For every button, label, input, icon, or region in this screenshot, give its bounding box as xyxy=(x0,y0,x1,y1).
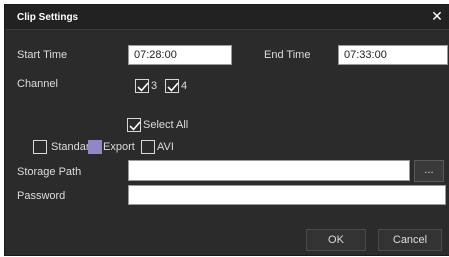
channel-3-checkbox[interactable] xyxy=(135,79,149,93)
clip-settings-dialog: Clip Settings ✕ Start Time 07:28:00 End … xyxy=(4,4,449,256)
dialog-title: Clip Settings xyxy=(17,12,79,23)
channel-label: Channel xyxy=(17,78,58,90)
close-icon[interactable]: ✕ xyxy=(430,9,444,23)
end-time-input[interactable]: 07:33:00 xyxy=(338,45,448,65)
storage-path-label: Storage Path xyxy=(17,166,82,178)
start-time-input[interactable]: 07:28:00 xyxy=(128,45,232,65)
storage-path-input[interactable] xyxy=(128,160,410,181)
export-checkbox[interactable] xyxy=(88,140,102,154)
export-label: Export xyxy=(103,141,135,153)
dialog-titlebar: Clip Settings ✕ xyxy=(5,5,449,30)
avi-label: AVI xyxy=(157,141,174,153)
ok-button[interactable]: OK xyxy=(306,229,366,251)
cancel-button[interactable]: Cancel xyxy=(378,229,442,251)
select-all-label: Select All xyxy=(143,119,189,131)
browse-button[interactable]: ... xyxy=(414,160,444,182)
password-label: Password xyxy=(17,190,66,202)
channel-3-label: 3 xyxy=(151,80,158,92)
checkmark-icon xyxy=(167,82,179,92)
password-input[interactable] xyxy=(128,185,446,205)
channel-4-checkbox[interactable] xyxy=(165,79,179,93)
checkmark-icon xyxy=(129,121,141,131)
start-time-label: Start Time xyxy=(17,49,68,61)
avi-checkbox[interactable] xyxy=(141,140,155,154)
select-all-checkbox[interactable] xyxy=(127,118,141,132)
standard-checkbox[interactable] xyxy=(33,140,47,154)
end-time-label: End Time xyxy=(264,49,311,61)
channel-4-label: 4 xyxy=(181,80,188,92)
checkmark-icon xyxy=(137,82,149,92)
